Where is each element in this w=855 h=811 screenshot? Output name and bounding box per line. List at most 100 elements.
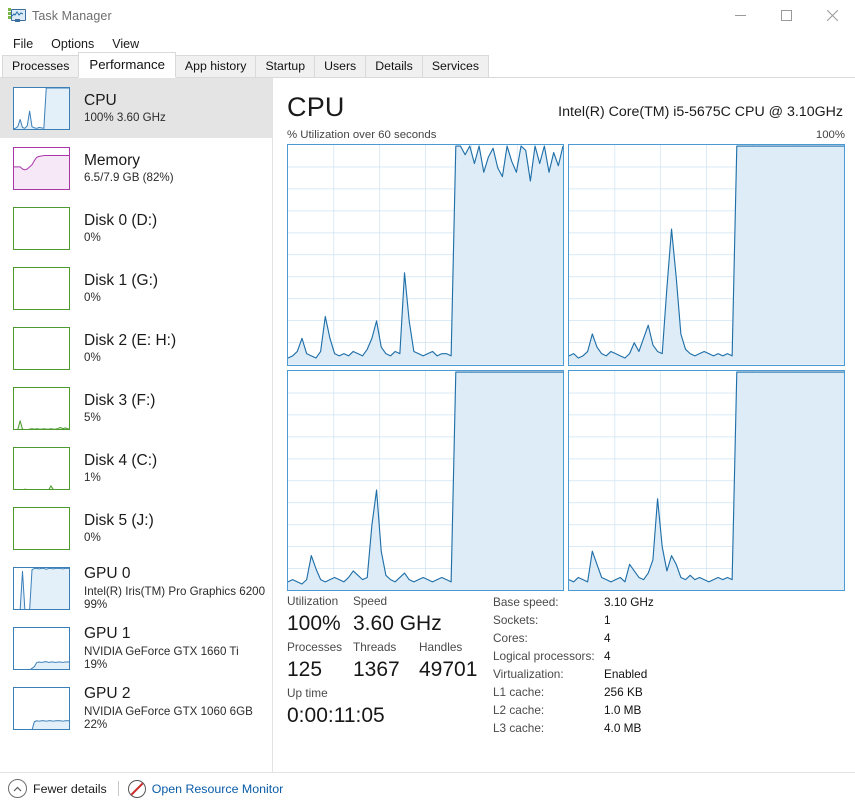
cpu-info-key: Cores: <box>493 631 528 645</box>
chart-caption: % Utilization over 60 seconds 100% <box>287 129 845 141</box>
task-manager-icon <box>8 7 26 24</box>
footer-separator <box>117 781 119 796</box>
cpu-info-value: 4.0 MB <box>604 721 642 735</box>
sidebar-item-disk-1[interactable]: Disk 1 (G:) 0% <box>0 258 272 318</box>
maximize-button[interactable] <box>763 0 809 31</box>
cpu-stats: Utilization 100% Speed 3.60 GHz Processe… <box>287 593 845 737</box>
cpu-info-key: Sockets: <box>493 613 539 627</box>
sidebar-item-detail: NVIDIA GeForce GTX 1060 6GB <box>84 704 253 718</box>
cpu-info-row: L1 cache: 256 KB <box>493 683 654 701</box>
stat-processes-value: 125 <box>287 658 323 681</box>
sidebar-item-disk-4[interactable]: Disk 4 (C:) 1% <box>0 438 272 498</box>
cpu-info-key: Virtualization: <box>493 667 564 681</box>
cpu-info-row: Logical processors: 4 <box>493 647 654 665</box>
stat-threads: Threads 1367 <box>353 639 419 683</box>
cpu-model-label: Intel(R) Core(TM) i5-5675C CPU @ 3.10GHz <box>558 104 843 120</box>
cpu-info-row: Base speed: 3.10 GHz <box>493 593 654 611</box>
tab-services[interactable]: Services <box>421 55 489 77</box>
sidebar-item-name: Memory <box>84 151 140 169</box>
tab-details[interactable]: Details <box>365 55 423 77</box>
sidebar-item-gpu-2[interactable]: GPU 2 NVIDIA GeForce GTX 1060 6GB 22% <box>0 678 272 738</box>
sidebar-item-value: 22% <box>84 717 108 731</box>
sidebar-item-name: Disk 0 (D:) <box>84 211 158 229</box>
sidebar-item-disk-5[interactable]: Disk 5 (J:) 0% <box>0 498 272 558</box>
cpu-graph-2 <box>287 369 564 592</box>
sidebar-item-value: 19% <box>84 657 108 671</box>
sidebar-item-disk-0[interactable]: Disk 0 (D:) 0% <box>0 198 272 258</box>
content-area: CPU 100% 3.60 GHz Memory 6.5/7.9 GB (82%) Di… <box>0 78 855 772</box>
disk1-thumb <box>13 266 70 310</box>
cpu-info-row: L2 cache: 1.0 MB <box>493 701 654 719</box>
cpu-graph-1 <box>568 144 845 366</box>
menu-item-file[interactable]: File <box>8 35 42 53</box>
sidebar-item-name: CPU <box>84 91 117 109</box>
fewer-details-label: Fewer details <box>33 781 107 796</box>
sidebar-item-name: Disk 4 (C:) <box>84 451 158 469</box>
page-title: CPU <box>287 92 345 122</box>
sidebar-item-detail: Intel(R) Iris(TM) Pro Graphics 6200 <box>84 584 266 598</box>
tab-startup[interactable]: Startup <box>255 55 316 77</box>
sidebar-item-value: 0% <box>84 351 101 365</box>
chart-caption-right: 100% <box>815 129 845 141</box>
sidebar-item-disk-3[interactable]: Disk 3 (F:) 5% <box>0 378 272 438</box>
stat-utilization-value: 100% <box>287 612 341 635</box>
tab-strip: Processes Performance App history Startu… <box>0 52 855 78</box>
gpu2-thumb <box>13 686 70 730</box>
sidebar-item-value: 99% <box>84 597 108 611</box>
disk4-thumb <box>13 446 70 490</box>
resource-sidebar[interactable]: CPU 100% 3.60 GHz Memory 6.5/7.9 GB (82%) Di… <box>0 78 273 772</box>
stat-threads-label: Threads <box>353 640 397 654</box>
sidebar-item-value: 100% 3.60 GHz <box>84 111 166 125</box>
fewer-details-button[interactable]: Fewer details <box>8 779 107 798</box>
stat-utilization-label: Utilization <box>287 594 339 608</box>
window-controls <box>717 0 855 31</box>
tab-users[interactable]: Users <box>314 55 367 77</box>
sidebar-item-disk-2[interactable]: Disk 2 (E: H:) 0% <box>0 318 272 378</box>
menu-item-options[interactable]: Options <box>46 35 103 53</box>
cpu-info-value: 4 <box>604 649 611 663</box>
cpu-info-key: L3 cache: <box>493 721 545 735</box>
sidebar-item-gpu-1[interactable]: GPU 1 NVIDIA GeForce GTX 1660 Ti 19% <box>0 618 272 678</box>
stat-uptime: Up time 0:00:11:05 <box>287 685 385 729</box>
cpu-graph-0 <box>287 144 564 366</box>
tab-processes[interactable]: Processes <box>2 55 80 77</box>
sidebar-item-name: Disk 2 (E: H:) <box>84 331 177 349</box>
stat-speed-value: 3.60 GHz <box>353 612 442 635</box>
stat-uptime-label: Up time <box>287 686 328 700</box>
stat-utilization: Utilization 100% <box>287 593 353 637</box>
sidebar-item-value: 0% <box>84 231 101 245</box>
memory-thumb <box>13 146 70 190</box>
sidebar-item-name: Disk 5 (J:) <box>84 511 154 529</box>
cpu-info-row: Sockets: 1 <box>493 611 654 629</box>
disk2-thumb <box>13 326 70 370</box>
cpu-info-value: Enabled <box>604 667 648 681</box>
sidebar-item-detail: NVIDIA GeForce GTX 1660 Ti <box>84 644 239 658</box>
tab-performance[interactable]: Performance <box>78 52 176 78</box>
minimize-button[interactable] <box>717 0 763 31</box>
sidebar-item-name: Disk 3 (F:) <box>84 391 156 409</box>
cpu-info-value: 3.10 GHz <box>604 595 654 609</box>
sidebar-item-value: 1% <box>84 471 101 485</box>
close-button[interactable] <box>809 0 855 31</box>
cpu-info-value: 4 <box>604 631 611 645</box>
disk5-thumb <box>13 506 70 550</box>
sidebar-item-value: 0% <box>84 291 101 305</box>
sidebar-item-value: 6.5/7.9 GB (82%) <box>84 171 174 185</box>
tab-app-history[interactable]: App history <box>174 55 257 77</box>
cpu-info-key: Logical processors: <box>493 649 595 663</box>
sidebar-item-memory[interactable]: Memory 6.5/7.9 GB (82%) <box>0 138 272 198</box>
cpu-info-row: Virtualization: Enabled <box>493 665 654 683</box>
window-title: Task Manager <box>32 8 112 23</box>
stat-handles: Handles 49701 <box>419 639 485 683</box>
cpu-info-row: L3 cache: 4.0 MB <box>493 719 654 737</box>
cpu-info-key: L1 cache: <box>493 685 545 699</box>
stat-handles-value: 49701 <box>419 658 478 681</box>
footer-bar: Fewer details Open Resource Monitor <box>0 772 855 804</box>
menu-item-view[interactable]: View <box>107 35 148 53</box>
sidebar-item-cpu[interactable]: CPU 100% 3.60 GHz <box>0 78 272 138</box>
open-resource-monitor-link[interactable]: Open Resource Monitor <box>152 782 284 796</box>
sidebar-item-name: GPU 0 <box>84 565 131 583</box>
sidebar-item-name: GPU 1 <box>84 625 131 643</box>
cpu-graph-grid <box>287 144 845 592</box>
sidebar-item-gpu-0[interactable]: GPU 0 Intel(R) Iris(TM) Pro Graphics 6200… <box>0 558 272 618</box>
